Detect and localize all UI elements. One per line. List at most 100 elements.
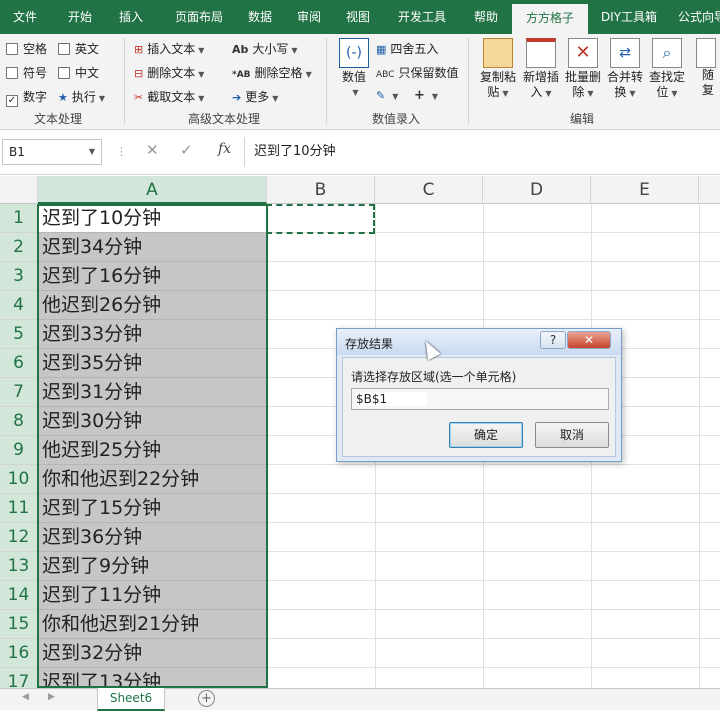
- more-label: 更多: [245, 90, 270, 104]
- row-header[interactable]: 16: [0, 639, 38, 668]
- magnifier-icon: ⌕: [652, 38, 682, 68]
- cell-a[interactable]: 他迟到26分钟: [38, 291, 267, 320]
- sheet-edit-button[interactable]: ✎ ▼: [376, 88, 398, 102]
- cancel-button[interactable]: 取消: [535, 422, 609, 448]
- cancel-icon[interactable]: ✕: [146, 141, 159, 159]
- row-header[interactable]: 14: [0, 581, 38, 610]
- cell-a[interactable]: 迟到33分钟: [38, 320, 267, 349]
- cell-a[interactable]: 迟到34分钟: [38, 233, 267, 262]
- checkbox-symbol[interactable]: 符号: [6, 64, 47, 81]
- row-header[interactable]: 11: [0, 494, 38, 523]
- column-header-d[interactable]: D: [483, 176, 591, 204]
- merge-convert-button[interactable]: ⇄ 合并转 换 ▼: [603, 38, 647, 101]
- cell-a[interactable]: 迟到30分钟: [38, 407, 267, 436]
- tab-view[interactable]: 视图: [336, 0, 380, 34]
- row-header[interactable]: 15: [0, 610, 38, 639]
- row-header[interactable]: 8: [0, 407, 38, 436]
- cell-a[interactable]: 迟到了16分钟: [38, 262, 267, 291]
- execute-button[interactable]: ★ 执行 ▼: [58, 88, 105, 105]
- dialog-prompt: 请选择存放区域(选一个单元格): [351, 370, 517, 384]
- more-button[interactable]: ➔ 更多 ▼: [232, 88, 278, 105]
- column-header-e[interactable]: E: [591, 176, 699, 204]
- column-header-a[interactable]: A: [38, 176, 267, 204]
- case-button[interactable]: Ab 大小写 ▼: [232, 40, 298, 57]
- name-box[interactable]: B1 ▼: [2, 139, 102, 165]
- row-header[interactable]: 1: [0, 204, 38, 233]
- copy-paste-button[interactable]: 复制粘 贴 ▼: [476, 38, 520, 101]
- find-locate-button[interactable]: ⌕ 查找定 位 ▼: [645, 38, 689, 101]
- find-locate-label: 查找定: [648, 70, 685, 84]
- round-button[interactable]: ▦ 四舍五入: [376, 40, 438, 57]
- star-icon: ★: [58, 91, 68, 104]
- checkbox-chinese[interactable]: 中文: [58, 64, 99, 81]
- delete-text-button[interactable]: ⊟ 删除文本 ▼: [134, 64, 204, 81]
- checkbox-number[interactable]: ✓ 数字: [6, 88, 47, 107]
- row-header[interactable]: 2: [0, 233, 38, 262]
- tab-file[interactable]: 文件: [0, 0, 50, 34]
- value-button[interactable]: (-) 数值 ▼: [332, 38, 376, 100]
- cell-a[interactable]: 迟到了15分钟: [38, 494, 267, 523]
- keep-value-button[interactable]: ABC 只保留数值: [376, 64, 458, 81]
- tab-home[interactable]: 开始: [54, 0, 106, 34]
- group-divider: [468, 38, 469, 124]
- ok-button[interactable]: 确定: [449, 422, 523, 448]
- cell-a[interactable]: 迟到了11分钟: [38, 581, 267, 610]
- tab-help[interactable]: 帮助: [464, 0, 508, 34]
- row-header[interactable]: 12: [0, 523, 38, 552]
- close-button[interactable]: ✕: [567, 331, 611, 349]
- row-header[interactable]: 6: [0, 349, 38, 378]
- help-button[interactable]: ?: [540, 331, 566, 349]
- range-input[interactable]: $B$1: [351, 388, 609, 410]
- tab-developer[interactable]: 开发工具: [386, 0, 458, 34]
- tab-data[interactable]: 数据: [240, 0, 280, 34]
- column-header-c[interactable]: C: [375, 176, 483, 204]
- checkbox-space[interactable]: 空格: [6, 40, 47, 57]
- cell-a[interactable]: 你和他迟到21分钟: [38, 610, 267, 639]
- cell-a[interactable]: 迟到36分钟: [38, 523, 267, 552]
- row-header[interactable]: 4: [0, 291, 38, 320]
- sheet-tab-bar: ◀ ▶ Sheet6 +: [0, 688, 720, 711]
- checkbox-english[interactable]: 英文: [58, 40, 99, 57]
- row-header[interactable]: 3: [0, 262, 38, 291]
- scroll-right-icon[interactable]: ▶: [48, 692, 55, 702]
- cell-a[interactable]: 迟到了9分钟: [38, 552, 267, 581]
- cell-a[interactable]: 他迟到25分钟: [38, 436, 267, 465]
- checkbox-label: 符号: [23, 66, 48, 80]
- sheet-tab-sheet6[interactable]: Sheet6: [97, 688, 165, 711]
- row-header[interactable]: 13: [0, 552, 38, 581]
- row-header[interactable]: 9: [0, 436, 38, 465]
- enter-icon[interactable]: ✓: [180, 141, 193, 159]
- chevron-down-icon: ▼: [587, 89, 594, 98]
- cell-a[interactable]: 迟到31分钟: [38, 378, 267, 407]
- tab-formula-wizard[interactable]: 公式向导: [672, 0, 720, 34]
- tab-diy-toolbox[interactable]: DIY工具箱: [594, 0, 664, 34]
- insert-text-label: 插入文本: [147, 42, 196, 56]
- add-sheet-icon[interactable]: +: [198, 690, 215, 707]
- cell-a[interactable]: 迟到35分钟: [38, 349, 267, 378]
- chevron-down-icon: ▼: [305, 70, 312, 79]
- new-insert-button[interactable]: 新增插 入 ▼: [519, 38, 563, 101]
- insert-text-button[interactable]: ⊞ 插入文本 ▼: [134, 40, 204, 57]
- tab-review[interactable]: 审阅: [288, 0, 330, 34]
- extract-text-button[interactable]: ✂ 截取文本 ▼: [134, 88, 204, 105]
- cell-a[interactable]: 迟到32分钟: [38, 639, 267, 668]
- cell-a[interactable]: 你和他迟到22分钟: [38, 465, 267, 494]
- random-button[interactable]: 随 复: [696, 38, 720, 98]
- dialog-titlebar[interactable]: 存放结果 ? ✕: [337, 329, 621, 355]
- select-all-corner[interactable]: [0, 176, 38, 204]
- row-header[interactable]: 10: [0, 465, 38, 494]
- batch-delete-button[interactable]: ✕ 批量删 除 ▼: [561, 38, 605, 101]
- target-cell-b1[interactable]: [266, 204, 375, 234]
- row-header[interactable]: 5: [0, 320, 38, 349]
- formula-input[interactable]: 迟到了10分钟: [254, 139, 336, 165]
- fx-icon[interactable]: fx: [218, 141, 231, 157]
- plus-button[interactable]: + ▼: [414, 88, 438, 103]
- row-header[interactable]: 7: [0, 378, 38, 407]
- cell-a[interactable]: 迟到了10分钟: [38, 204, 267, 233]
- delete-space-button[interactable]: *AB 删除空格 ▼: [232, 64, 312, 81]
- column-header-b[interactable]: B: [267, 176, 375, 204]
- tab-page-layout[interactable]: 页面布局: [160, 0, 238, 34]
- scroll-left-icon[interactable]: ◀: [22, 692, 29, 702]
- tab-fangfange[interactable]: 方方格子: [512, 4, 588, 34]
- tab-insert[interactable]: 插入: [108, 0, 154, 34]
